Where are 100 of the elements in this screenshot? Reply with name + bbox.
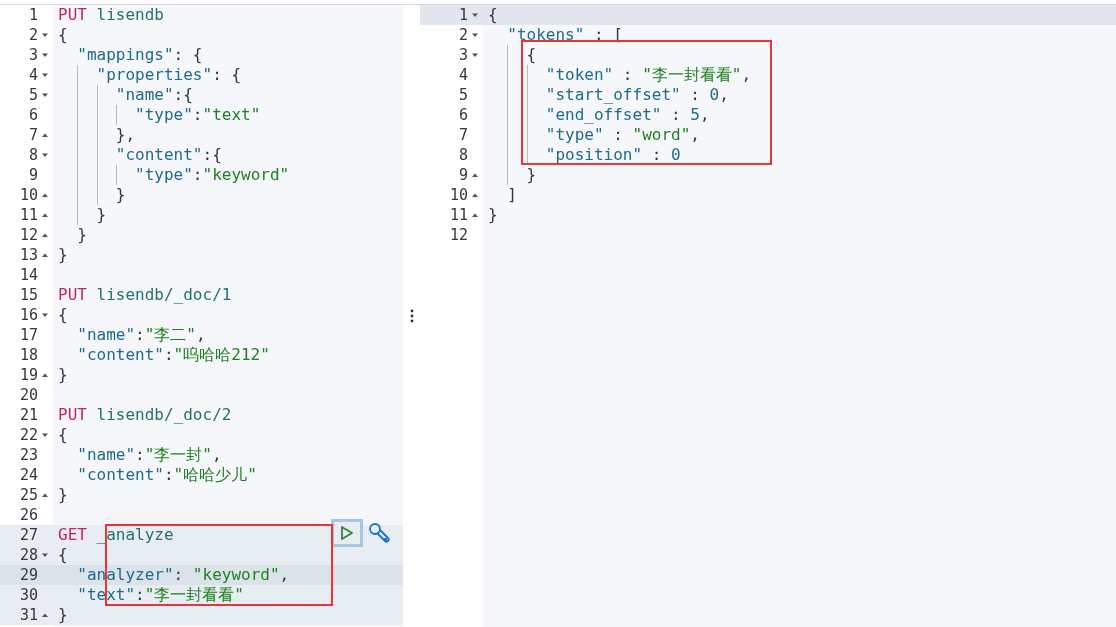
line-number: 24 [19, 465, 38, 485]
code-line: "type":"keyword" [135, 165, 290, 185]
code-line: { [58, 25, 68, 45]
collapse-arrow-icon[interactable] [41, 431, 49, 439]
collapse-arrow-icon[interactable] [41, 551, 49, 559]
code-line: "content":"哈哈少儿" [77, 465, 257, 485]
fold-up-arrow-icon[interactable] [41, 251, 49, 259]
code-line: "position" : 0 [545, 145, 681, 165]
code-line: } [526, 165, 537, 185]
collapse-arrow-icon[interactable] [41, 51, 49, 59]
fold-up-arrow-icon[interactable] [41, 191, 49, 199]
line-number: 12 [19, 225, 38, 245]
fold-up-arrow-icon[interactable] [41, 371, 49, 379]
fold-up-arrow-icon[interactable] [471, 171, 479, 179]
line-number: 15 [19, 285, 38, 305]
fold-up-arrow-icon[interactable] [41, 211, 49, 219]
line-number: 31 [19, 605, 38, 625]
line-number: 21 [19, 405, 38, 425]
code-line: "token" : "李一封看看", [545, 65, 752, 85]
code-line: "end_offset" : 5, [545, 105, 710, 125]
line-number: 1 [28, 5, 38, 25]
code-line: } [58, 245, 68, 265]
code-line: PUT lisendb/_doc/1 [58, 285, 232, 305]
fold-up-arrow-icon[interactable] [41, 131, 49, 139]
line-number: 18 [19, 345, 38, 365]
collapse-arrow-icon[interactable] [41, 91, 49, 99]
code-line: { [526, 45, 537, 65]
line-number: 10 [449, 185, 468, 205]
code-line: } [58, 485, 68, 505]
code-line: { [488, 5, 498, 25]
code-line: "type" : "word", [545, 125, 700, 145]
code-line: "name":"李一封", [77, 445, 222, 465]
line-number: 2 [28, 25, 38, 45]
code-line: } [96, 205, 107, 225]
line-number: 20 [19, 385, 38, 405]
fold-up-arrow-icon[interactable] [471, 211, 479, 219]
code-line: "type":"text" [135, 105, 261, 125]
line-number: 4 [458, 65, 468, 85]
collapse-arrow-icon[interactable] [471, 11, 479, 19]
line-number: 29 [19, 565, 38, 585]
line-number: 9 [28, 165, 38, 185]
line-number: 28 [19, 545, 38, 565]
line-number: 10 [19, 185, 38, 205]
line-number: 22 [19, 425, 38, 445]
fold-up-arrow-icon[interactable] [471, 191, 479, 199]
line-number: 13 [19, 245, 38, 265]
line-number: 30 [19, 585, 38, 605]
collapse-arrow-icon[interactable] [41, 71, 49, 79]
play-icon [340, 525, 354, 541]
line-number: 27 [19, 525, 38, 545]
collapse-arrow-icon[interactable] [41, 151, 49, 159]
code-line: { [58, 425, 68, 445]
code-line: PUT lisendb [58, 5, 164, 25]
code-line: } [77, 225, 87, 245]
line-number: 9 [458, 165, 468, 185]
code-line: "content":"呜哈哈212" [77, 345, 270, 365]
line-number: 6 [458, 105, 468, 125]
code-line: "mappings": { [77, 45, 203, 65]
code-line: "properties": { [96, 65, 242, 85]
code-line: } [488, 205, 498, 225]
line-number: 11 [19, 205, 38, 225]
code-line: { [58, 305, 68, 325]
line-number: 7 [28, 125, 38, 145]
collapse-arrow-icon[interactable] [471, 51, 479, 59]
line-number: 1 [458, 5, 468, 25]
line-number: 11 [449, 205, 468, 225]
line-number: 3 [28, 45, 38, 65]
code-line: } [58, 365, 68, 385]
collapse-arrow-icon[interactable] [41, 311, 49, 319]
code-line: } [58, 605, 68, 625]
line-number: 8 [458, 145, 468, 165]
line-number: 4 [28, 65, 38, 85]
line-number: 8 [28, 145, 38, 165]
line-number: 19 [19, 365, 38, 385]
collapse-arrow-icon[interactable] [41, 31, 49, 39]
line-number: 3 [458, 45, 468, 65]
line-number: 26 [19, 505, 38, 525]
fold-up-arrow-icon[interactable] [41, 231, 49, 239]
code-line: ] [507, 185, 517, 205]
code-line: "name":{ [115, 85, 193, 105]
fold-up-arrow-icon[interactable] [41, 611, 49, 619]
line-number: 25 [19, 485, 38, 505]
line-number: 5 [458, 85, 468, 105]
line-number: 6 [28, 105, 38, 125]
code-line: { [58, 545, 68, 565]
line-number: 5 [28, 85, 38, 105]
line-number: 17 [19, 325, 38, 345]
fold-up-arrow-icon[interactable] [41, 491, 49, 499]
line-number: 23 [19, 445, 38, 465]
collapse-arrow-icon[interactable] [471, 31, 479, 39]
line-number: 12 [449, 225, 468, 245]
line-number: 16 [19, 305, 38, 325]
code-line: PUT lisendb/_doc/2 [58, 405, 232, 425]
line-number: 7 [458, 125, 468, 145]
resize-handle-icon[interactable] [409, 309, 414, 323]
line-number: 2 [458, 25, 468, 45]
code-line: "start_offset" : 0, [545, 85, 729, 105]
line-number: 14 [19, 265, 38, 285]
code-line: } [115, 185, 126, 205]
run-button[interactable] [331, 519, 363, 547]
